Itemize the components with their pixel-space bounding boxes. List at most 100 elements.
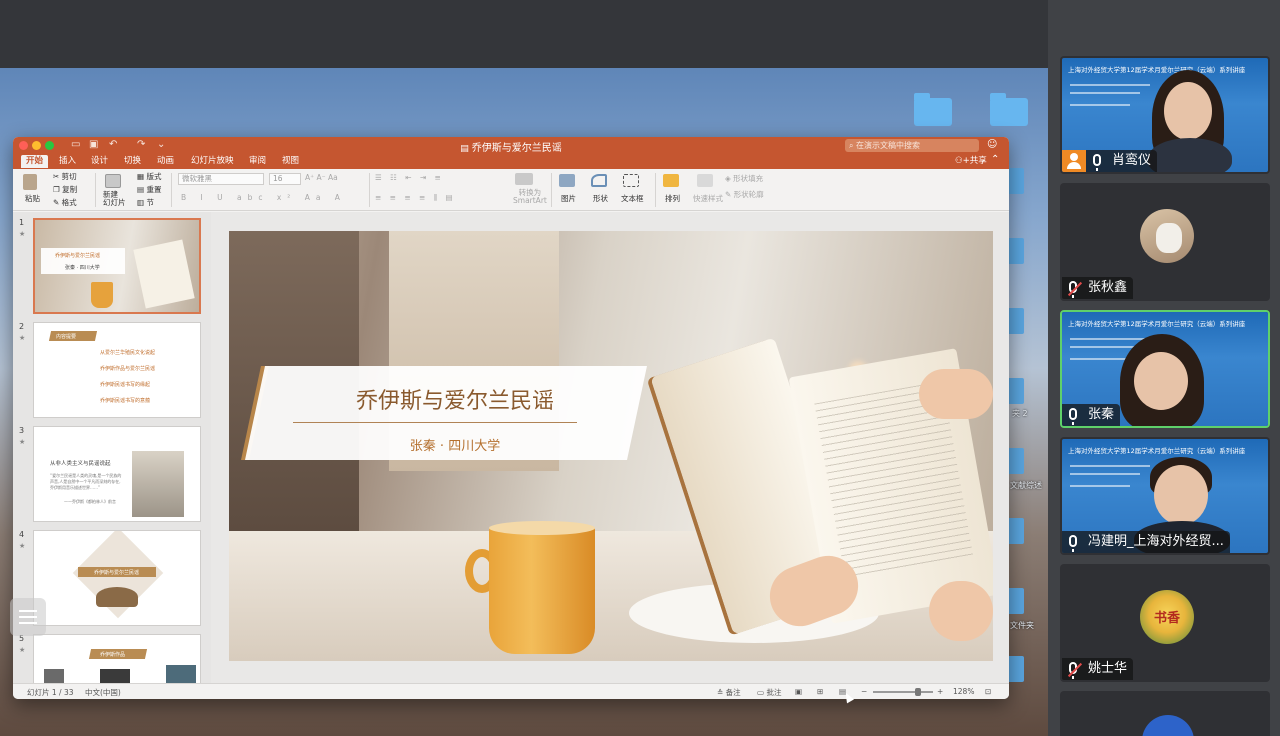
quick-styles-icon[interactable] bbox=[697, 174, 713, 187]
slide-canvas[interactable]: 乔伊斯与爱尔兰民谣 张秦 · 四川大学 bbox=[211, 212, 1009, 683]
current-slide[interactable]: 乔伊斯与爱尔兰民谣 张秦 · 四川大学 bbox=[229, 231, 993, 661]
layout-label: 版式 bbox=[146, 172, 162, 181]
tab-transitions[interactable]: 切换 bbox=[119, 155, 146, 168]
arrange-button[interactable]: 排列 bbox=[665, 193, 680, 204]
participant-tile[interactable]: 书香 姚士华 bbox=[1060, 564, 1270, 682]
floating-menu-button[interactable] bbox=[10, 598, 46, 636]
normal-view-icon[interactable]: ▣ bbox=[795, 687, 802, 696]
tab-view[interactable]: 视图 bbox=[277, 155, 304, 168]
paste-button[interactable]: 粘贴 bbox=[25, 193, 40, 204]
align-buttons[interactable]: ≡ ≡ ≡ ≡ ⫼ ▤ bbox=[375, 193, 456, 203]
participant-tile[interactable]: 上海对外经贸大学第12届学术月爱尔兰研究（云端）系列讲座 冯建明_上海对外经贸.… bbox=[1060, 437, 1270, 555]
slide-hand bbox=[919, 369, 993, 419]
font-name-select[interactable]: 微软雅黑 bbox=[178, 173, 264, 185]
tab-design[interactable]: 设计 bbox=[86, 155, 113, 168]
layout-button[interactable]: ▦ 版式 bbox=[137, 171, 161, 182]
comments-button[interactable]: ▭ 批注 bbox=[757, 687, 781, 698]
font-size-select[interactable]: 16 bbox=[269, 173, 301, 185]
zoom-slider-knob[interactable] bbox=[915, 688, 921, 696]
tab-review[interactable]: 审阅 bbox=[244, 155, 271, 168]
desktop-folder-icon[interactable] bbox=[990, 93, 1028, 126]
slide-title[interactable]: 乔伊斯与爱尔兰民谣 bbox=[285, 383, 625, 415]
tab-home[interactable]: 开始 bbox=[21, 155, 49, 168]
tab-slideshow[interactable]: 幻灯片放映 bbox=[186, 155, 239, 168]
slide-thumbnail[interactable]: 内容提要 从爱尔兰华殖民文化说起 乔伊斯作品与爱尔兰民谣 乔伊斯民谣书写的缘起 … bbox=[33, 322, 201, 418]
search-input[interactable]: ⌕ 在演示文稿中搜索 bbox=[845, 139, 979, 152]
comments-label: 批注 bbox=[766, 688, 782, 697]
avatar-text: 书香 bbox=[1153, 611, 1180, 626]
slide-thumbnail[interactable]: 从非人类主义与民谣说起 “爱尔兰民谣是人类的灵魂,是一个民族的声音,人是自然中一… bbox=[33, 426, 201, 522]
arrange-icon[interactable] bbox=[663, 174, 679, 187]
title-bar: ▭ ▣ ↶ ↷ ⌄ ▤ 乔伊斯与爱尔兰民谣 ⌕ 在演示文稿中搜索 ☺ bbox=[13, 137, 1009, 154]
font-grow-shrink-icon[interactable]: A⁺ A⁻ Aa bbox=[305, 173, 338, 182]
copy-button[interactable]: ❐ 复制 bbox=[53, 184, 77, 195]
shape-outline-button[interactable]: ✎ 形状轮廓 bbox=[725, 189, 764, 200]
thumb-book-cover bbox=[44, 669, 64, 683]
participant-tile[interactable]: 张秋鑫 bbox=[1060, 183, 1270, 301]
feedback-smiley-icon[interactable]: ☺ bbox=[987, 139, 997, 150]
poster-title: 上海对外经贸大学第12届学术月爱尔兰研究（云端）系列讲座 bbox=[1068, 447, 1246, 455]
thumb-item: 乔伊斯作品与爱尔兰民谣 bbox=[100, 366, 156, 372]
language-indicator[interactable]: 中文(中国) bbox=[85, 687, 121, 698]
tab-animations[interactable]: 动画 bbox=[152, 155, 179, 168]
share-button[interactable]: ⚇+共享 bbox=[955, 155, 987, 168]
thumb-item: 从爱尔兰华殖民文化说起 bbox=[100, 350, 156, 356]
avatar-figure bbox=[1156, 223, 1182, 253]
new-slide-icon[interactable] bbox=[105, 174, 121, 188]
ribbon-divider bbox=[171, 173, 172, 207]
tab-insert[interactable]: 插入 bbox=[54, 155, 81, 168]
thumb-cite: ——乔伊斯《都柏林人》前言 bbox=[64, 499, 116, 504]
thumb-item: 乔伊斯民谣书写的缘起 bbox=[100, 382, 151, 388]
fit-slide-icon[interactable]: ⊡ bbox=[985, 687, 991, 696]
shape-fill-button[interactable]: ◈ 形状填充 bbox=[725, 173, 763, 184]
poster-text-line bbox=[1070, 84, 1150, 86]
collapse-ribbon-icon[interactable]: ⌃ bbox=[991, 154, 999, 165]
zoom-slider[interactable] bbox=[873, 688, 933, 696]
reset-button[interactable]: ▤ 重置 bbox=[137, 184, 161, 195]
format-painter-button[interactable]: ✎ 格式 bbox=[53, 197, 77, 208]
list-buttons[interactable]: ☰ ☷ ⇤ ⇥ ≡ bbox=[375, 173, 444, 182]
participant-name-text: 张秦 bbox=[1088, 407, 1115, 422]
slide-sorter-icon[interactable]: ⊞ bbox=[817, 687, 823, 696]
textbox-button[interactable]: 文本框 bbox=[621, 193, 644, 204]
thumb-heading: 从非人类主义与民谣说起 bbox=[50, 461, 111, 467]
poster-text-line bbox=[1070, 104, 1130, 106]
smartart-icon[interactable] bbox=[515, 173, 533, 185]
zoom-out-icon[interactable]: − bbox=[861, 687, 867, 696]
shape-fill-label: 形状填充 bbox=[733, 174, 764, 183]
paste-icon[interactable] bbox=[23, 174, 37, 190]
quick-styles-button[interactable]: 快速样式 bbox=[693, 193, 723, 204]
slide-thumbnail[interactable]: 乔伊斯作品 bbox=[33, 634, 201, 683]
slide-cup bbox=[489, 526, 595, 654]
cut-button[interactable]: ✂ 剪切 bbox=[53, 171, 77, 182]
thumb-book bbox=[96, 587, 138, 607]
slide-thumbnail[interactable]: 乔伊斯与爱尔兰民谣 bbox=[33, 530, 201, 626]
slide-thumbnail[interactable]: 乔伊斯与爱尔兰民谣 张秦 · 四川大学 bbox=[33, 218, 201, 314]
poster-title: 上海对外经贸大学第12届学术月爱尔兰研究（云端）系列讲座 bbox=[1068, 66, 1246, 74]
thumb-star-icon: ★ bbox=[19, 230, 26, 238]
desktop-folder-icon[interactable] bbox=[914, 93, 952, 126]
text-format-buttons[interactable]: B I U abc x² Aa A bbox=[181, 193, 346, 202]
participant-name-text: 肖鸾仪 bbox=[1112, 153, 1152, 168]
zoom-in-icon[interactable]: + bbox=[937, 687, 943, 696]
participant-tile[interactable]: 上海对外经贸大学第12届学术月爱尔兰研究（云端）系列讲座 张秦 bbox=[1060, 310, 1270, 428]
section-label: 节 bbox=[146, 198, 154, 207]
document-title-text: 乔伊斯与爱尔兰民谣 bbox=[471, 143, 562, 154]
notes-icon: ≙ bbox=[717, 688, 726, 697]
copy-icon: ❐ bbox=[53, 185, 63, 194]
shape-icon[interactable] bbox=[591, 174, 607, 187]
textbox-icon[interactable] bbox=[623, 174, 639, 187]
picture-icon[interactable] bbox=[559, 174, 575, 187]
zoom-level[interactable]: 128% bbox=[953, 687, 974, 696]
notes-button[interactable]: ≙ 备注 bbox=[717, 687, 741, 698]
picture-button[interactable]: 图片 bbox=[561, 193, 576, 204]
participant-tile[interactable] bbox=[1060, 691, 1270, 736]
participant-tile[interactable]: 上海对外经贸大学第12届学术月爱尔兰研究（云端）系列讲座 肖鸾仪 bbox=[1060, 56, 1270, 174]
shape-button[interactable]: 形状 bbox=[593, 193, 608, 204]
desktop-label: 文件夹 bbox=[1010, 621, 1034, 630]
new-slide-button[interactable]: 新建 幻灯片 bbox=[103, 191, 126, 207]
thumb-star-icon: ★ bbox=[19, 646, 26, 654]
slide-subtitle[interactable]: 张秦 · 四川大学 bbox=[285, 435, 625, 454]
section-button[interactable]: ▥ 节 bbox=[137, 197, 154, 208]
convert-smartart-button[interactable]: 转换为 SmartArt bbox=[513, 189, 547, 205]
